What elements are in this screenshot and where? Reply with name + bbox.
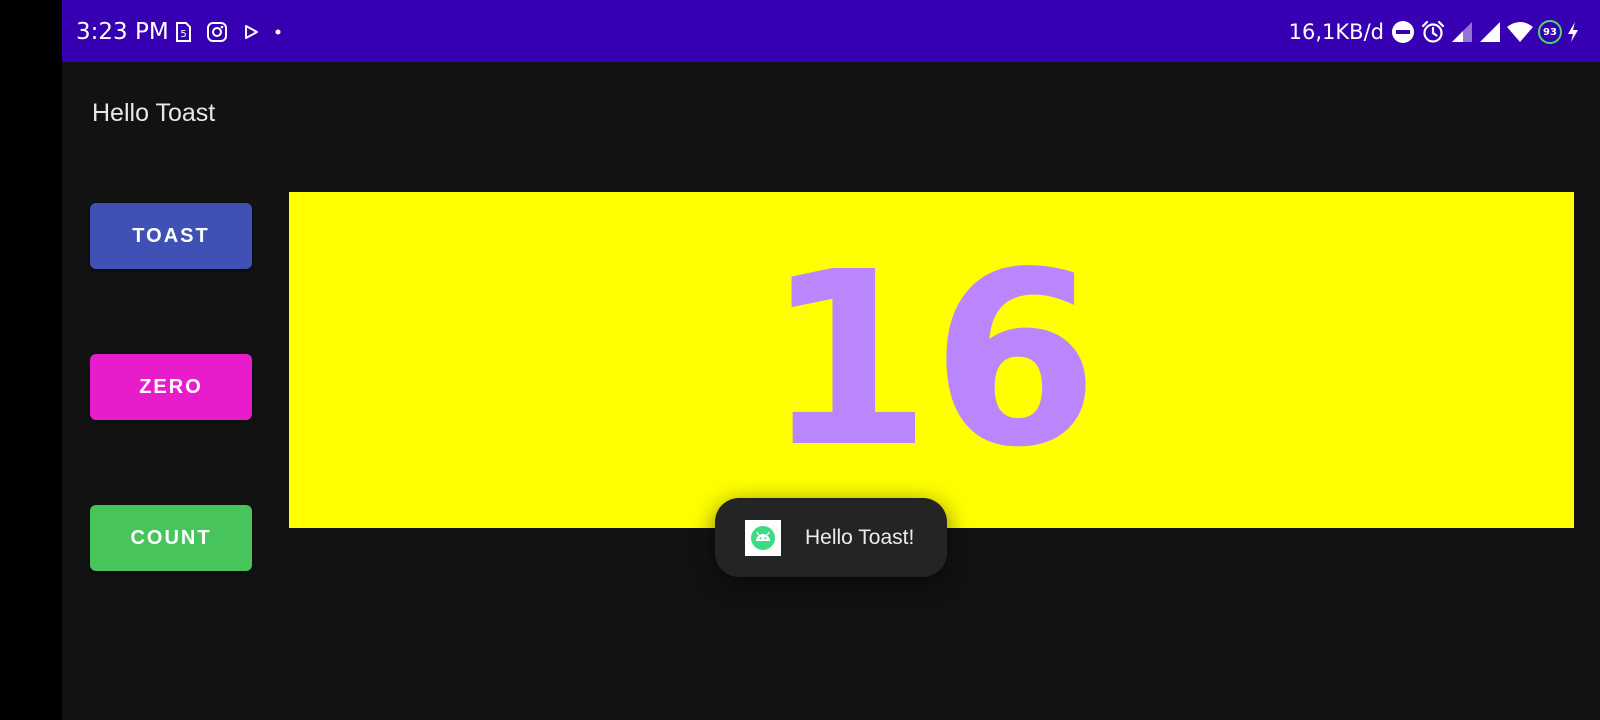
charging-icon — [1568, 22, 1578, 42]
app-screen: Hello Toast TOAST ZERO COUNT 16 — [62, 62, 1600, 720]
toast-button[interactable]: TOAST — [90, 203, 252, 269]
battery-icon: 93 — [1538, 20, 1562, 44]
android-app-icon — [745, 519, 781, 556]
count-display: 16 — [289, 192, 1574, 528]
count-button[interactable]: COUNT — [90, 505, 252, 571]
app-title: Hello Toast — [92, 99, 216, 127]
system-status-icons: 16,1KB/d 93 — [1289, 17, 1580, 47]
toast-popup: Hello Toast! — [715, 498, 947, 577]
count-value: 16 — [764, 220, 1099, 500]
status-bar: 3:23 PM 5 16,1KB/d 93 — [62, 0, 1600, 62]
signal-icon — [1452, 22, 1472, 42]
play-store-icon — [245, 25, 258, 39]
battery-level: 93 — [1543, 26, 1557, 38]
zero-button[interactable]: ZERO — [90, 354, 252, 420]
network-speed: 16,1KB/d — [1288, 20, 1384, 44]
dot-icon — [275, 29, 281, 35]
sim-icon: 5 — [176, 22, 191, 42]
status-time: 3:23 PM — [76, 19, 169, 45]
wifi-icon — [1507, 22, 1533, 42]
svg-text:5: 5 — [180, 29, 186, 40]
toast-message: Hello Toast! — [805, 525, 915, 549]
notification-icons: 5 — [174, 19, 282, 45]
do-not-disturb-icon — [1392, 21, 1414, 43]
screen-left-edge — [0, 0, 62, 720]
signal-icon — [1480, 22, 1500, 42]
alarm-icon — [1421, 20, 1445, 43]
instagram-icon — [207, 22, 227, 42]
